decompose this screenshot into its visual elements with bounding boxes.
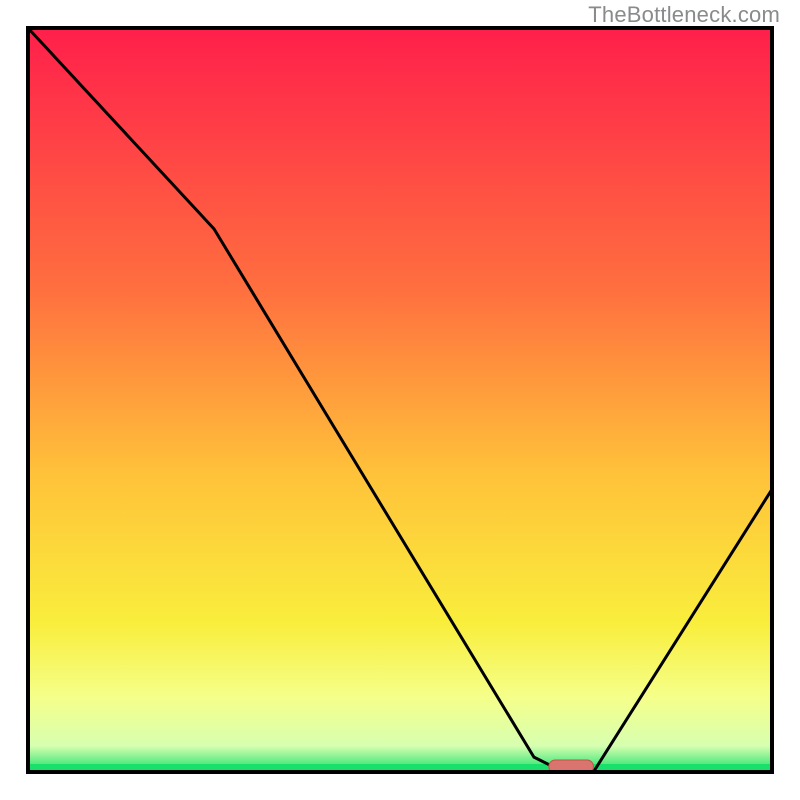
watermark-text: TheBottleneck.com xyxy=(588,2,780,28)
bottleneck-chart xyxy=(0,0,800,800)
gradient-background xyxy=(28,28,772,772)
